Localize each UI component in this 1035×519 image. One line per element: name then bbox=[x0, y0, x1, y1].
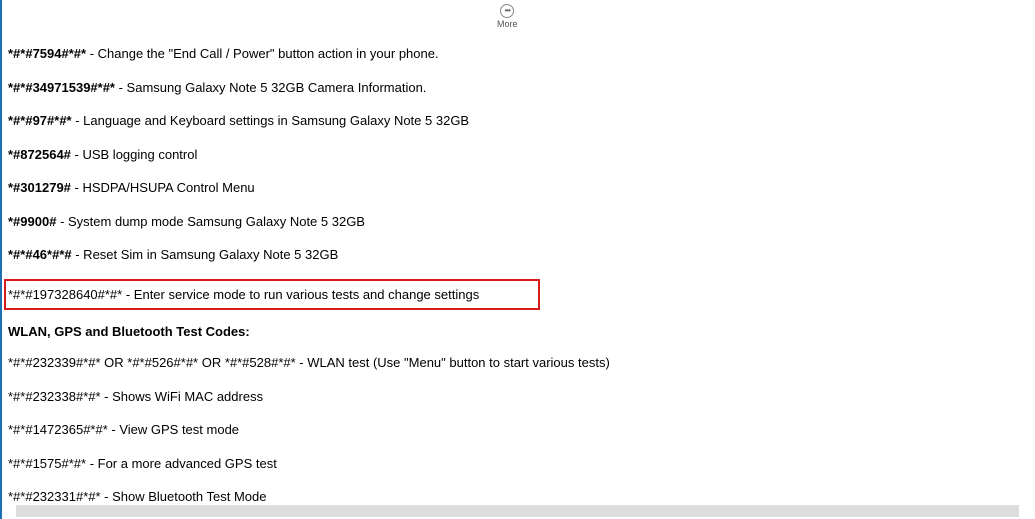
code-label: *#*#34971539#*#* bbox=[8, 80, 115, 95]
code-row: *#*#7594#*#* - Change the "End Call / Po… bbox=[8, 44, 770, 64]
code-desc: - System dump mode Samsung Galaxy Note 5… bbox=[56, 214, 365, 229]
test-code-text: *#*#1472365#*#* - View GPS test mode bbox=[8, 422, 239, 437]
code-desc: - Language and Keyboard settings in Sams… bbox=[72, 113, 469, 128]
code-row: *#*#46*#*# - Reset Sim in Samsung Galaxy… bbox=[8, 245, 770, 265]
code-row: *#*#97#*#* - Language and Keyboard setti… bbox=[8, 111, 770, 131]
codes-list: *#*#7594#*#* - Change the "End Call / Po… bbox=[8, 0, 770, 519]
test-code-row: *#*#232338#*#* - Shows WiFi MAC address bbox=[8, 387, 770, 407]
code-desc: - Reset Sim in Samsung Galaxy Note 5 32G… bbox=[72, 247, 339, 262]
code-row: *#*#34971539#*#* - Samsung Galaxy Note 5… bbox=[8, 78, 770, 98]
test-code-text: *#*#232339#*#* OR *#*#526#*#* OR *#*#528… bbox=[8, 355, 610, 370]
code-label: *#*#46*#*# bbox=[8, 247, 72, 262]
highlighted-code-row: *#*#197328640#*#* - Enter service mode t… bbox=[8, 279, 770, 311]
more-label: More bbox=[497, 19, 518, 29]
code-desc: - USB logging control bbox=[71, 147, 197, 162]
code-desc: - HSDPA/HSUPA Control Menu bbox=[71, 180, 255, 195]
code-label: *#9900# bbox=[8, 214, 56, 229]
horizontal-scrollbar[interactable] bbox=[16, 505, 1019, 517]
test-code-row: *#*#1575#*#* - For a more advanced GPS t… bbox=[8, 454, 770, 474]
section-heading: WLAN, GPS and Bluetooth Test Codes: bbox=[8, 324, 770, 339]
code-desc: - Samsung Galaxy Note 5 32GB Camera Info… bbox=[115, 80, 426, 95]
more-icon: ••• bbox=[500, 4, 514, 18]
code-label: *#301279# bbox=[8, 180, 71, 195]
test-code-row: *#*#1472365#*#* - View GPS test mode bbox=[8, 420, 770, 440]
code-label: *#*#7594#*#* bbox=[8, 46, 86, 61]
page-scroll-container[interactable]: ••• More *#*#7594#*#* - Change the "End … bbox=[0, 0, 1035, 519]
code-label: *#872564# bbox=[8, 147, 71, 162]
more-button[interactable]: ••• More bbox=[497, 4, 518, 29]
test-code-text: *#*#232331#*#* - Show Bluetooth Test Mod… bbox=[8, 489, 267, 504]
content-panel: ••• More *#*#7594#*#* - Change the "End … bbox=[0, 0, 770, 519]
test-code-row: *#*#232331#*#* - Show Bluetooth Test Mod… bbox=[8, 487, 770, 507]
code-row: *#872564# - USB logging control bbox=[8, 145, 770, 165]
test-code-row: *#*#232339#*#* OR *#*#526#*#* OR *#*#528… bbox=[8, 353, 770, 373]
highlight-box: *#*#197328640#*#* - Enter service mode t… bbox=[4, 279, 540, 311]
code-desc: - Change the "End Call / Power" button a… bbox=[86, 46, 439, 61]
test-code-text: *#*#232338#*#* - Shows WiFi MAC address bbox=[8, 389, 263, 404]
test-code-text: *#*#1575#*#* - For a more advanced GPS t… bbox=[8, 456, 277, 471]
code-row: *#9900# - System dump mode Samsung Galax… bbox=[8, 212, 770, 232]
code-label: *#*#97#*#* bbox=[8, 113, 72, 128]
code-label: *#*#197328640#*#* bbox=[8, 287, 122, 302]
code-desc: - Enter service mode to run various test… bbox=[122, 287, 479, 302]
code-row: *#301279# - HSDPA/HSUPA Control Menu bbox=[8, 178, 770, 198]
